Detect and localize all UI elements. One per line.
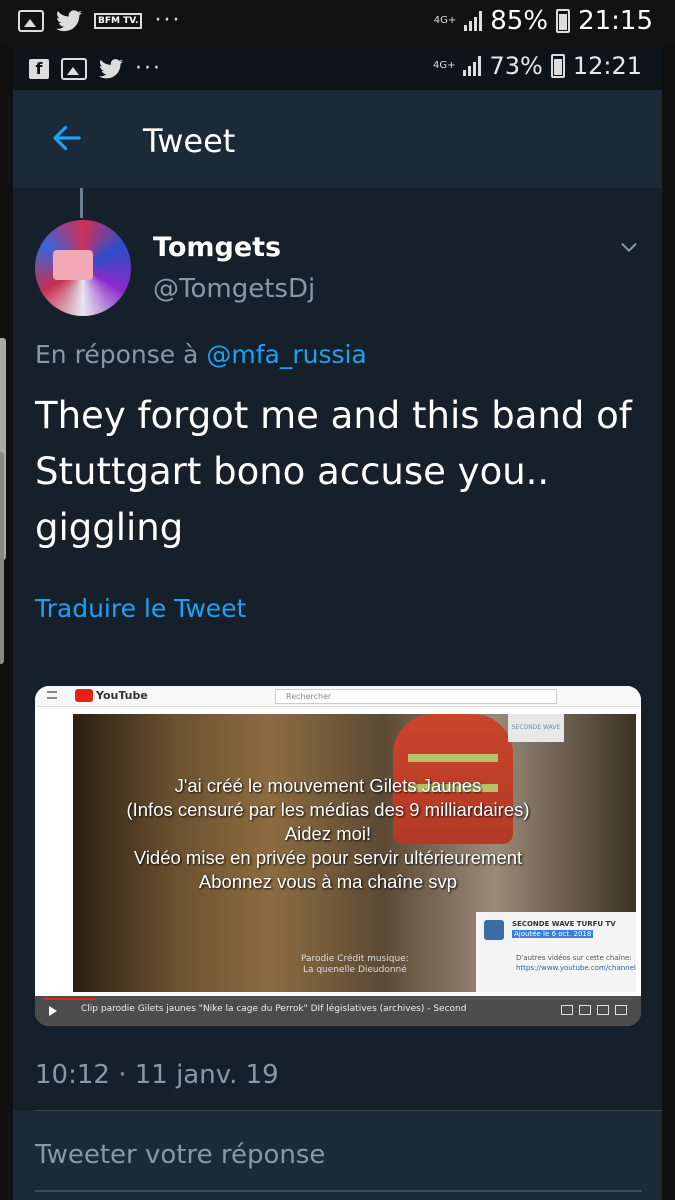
outer-notification-icons: BFM TV. ··· (18, 8, 181, 33)
channel-link: https://www.youtube.com/channel/ (516, 964, 636, 972)
inner-notification-icons: f ··· (29, 56, 162, 81)
scroll-handle-secondary[interactable] (0, 452, 4, 664)
youtube-header: YouTube Rechercher (35, 686, 641, 707)
video-controls: Clip parodie Gilets jaunes "Nike la cage… (35, 996, 641, 1026)
inner-system-indicators: 4G+ 73% 12:21 (433, 52, 642, 80)
translate-tweet-link[interactable]: Traduire le Tweet (35, 594, 246, 623)
arrow-left-icon (53, 125, 81, 151)
miniplayer-icon (579, 1005, 591, 1015)
channel-name: SECONDE WAVE TURFU TV (512, 920, 616, 928)
thread-connector (80, 188, 83, 218)
settings-icon (561, 1005, 573, 1015)
channel-date: Ajoutée le 6 oct. 2018 (512, 930, 594, 938)
author-name[interactable]: Tomgets (153, 232, 281, 263)
chevron-down-icon (621, 243, 637, 252)
video-progress-bar (43, 998, 633, 1000)
gallery-icon (18, 9, 44, 32)
video-frame: SECONDE WAVE J'ai créé le mouvement Gile… (73, 714, 636, 992)
twitter-screenshot: f ··· 4G+ 73% 12:21 Tweet Tomgets @Tomge… (13, 44, 662, 1200)
tweet-media-image[interactable]: YouTube Rechercher SECONDE WAVE J'ai cré… (35, 686, 641, 1026)
more-videos-label: D'autres vidéos sur cette chaîne: (516, 954, 632, 962)
outer-status-bar: BFM TV. ··· 4G+ 85% 21:15 (0, 0, 675, 44)
back-button[interactable] (49, 120, 93, 160)
youtube-play-icon (75, 689, 93, 702)
network-type: 4G+ (433, 15, 457, 26)
vest-stripe (408, 754, 498, 762)
clock: 12:21 (572, 52, 642, 80)
reply-input[interactable]: Tweeter votre réponse (35, 1140, 325, 1170)
video-endcard: SECONDE WAVE TURFU TV Ajoutée le 6 oct. … (476, 912, 636, 992)
battery-percent: 73% (489, 52, 543, 80)
battery-icon (550, 54, 565, 78)
author-handle[interactable]: @TomgetsDj (153, 274, 315, 304)
player-right-controls (561, 1005, 627, 1015)
tweet-menu-button[interactable] (618, 236, 640, 258)
more-dots-icon: ··· (154, 8, 182, 33)
page-title: Tweet (143, 122, 236, 160)
app-bar: Tweet (13, 90, 662, 188)
tweet-timestamp: 10:12 · 11 janv. 19 (35, 1060, 279, 1090)
overlay-line: Vidéo mise en privée pour servir ultérie… (133, 847, 523, 868)
avatar[interactable] (35, 220, 131, 316)
network-type: 4G+ (432, 60, 456, 71)
bfm-tv-icon: BFM TV. (94, 12, 143, 29)
reply-composer: Tweeter votre réponse (13, 1110, 662, 1200)
reply-context: En réponse à @mfa_russia (35, 340, 367, 369)
channel-watermark: SECONDE WAVE (508, 714, 564, 742)
channel-logo-icon (484, 920, 504, 940)
fullscreen-icon (615, 1005, 627, 1015)
tweet-text: They forgot me and this band of Stuttgar… (35, 394, 632, 549)
facebook-icon: f (29, 58, 49, 79)
twitter-icon (56, 9, 82, 31)
reply-mention-link[interactable]: @mfa_russia (206, 340, 366, 369)
reply-underline (35, 1190, 642, 1192)
more-dots-icon: ··· (135, 56, 162, 81)
outer-system-indicators: 4G+ 85% 21:15 (434, 6, 653, 36)
theater-icon (597, 1005, 609, 1015)
video-title: Clip parodie Gilets jaunes "Nike la cage… (81, 1004, 467, 1014)
twitter-icon (99, 58, 123, 78)
divider (35, 1110, 662, 1111)
video-credit: Parodie Crédit musique: La quenelle Dieu… (301, 954, 409, 976)
video-progress-fill (43, 998, 97, 1000)
overlay-line: J'ai créé le mouvement Gilets Jaunes (174, 775, 482, 796)
youtube-search-field: Rechercher (275, 689, 557, 704)
signal-icon (463, 56, 482, 76)
reply-prefix: En réponse à (35, 340, 199, 369)
play-icon (49, 1006, 57, 1016)
battery-icon (556, 9, 571, 33)
signal-icon (464, 11, 483, 31)
battery-percent: 85% (490, 6, 549, 36)
credit-line: La quenelle Dieudonné (302, 965, 407, 975)
youtube-logo-text: YouTube (96, 689, 148, 702)
youtube-logo: YouTube (75, 689, 148, 702)
video-overlay-text: J'ai créé le mouvement Gilets Jaunes (In… (73, 774, 583, 894)
menu-icon (47, 691, 57, 699)
gallery-icon (61, 57, 87, 80)
overlay-line: (Infos censuré par les médias des 9 mill… (126, 799, 530, 820)
inner-status-bar: f ··· 4G+ 73% 12:21 (13, 44, 662, 90)
credit-line: Parodie Crédit musique: (301, 954, 409, 964)
overlay-line: Aidez moi! (284, 823, 372, 844)
overlay-line: Abonnez vous à ma chaîne svp (198, 871, 458, 892)
clock: 21:15 (578, 6, 653, 36)
